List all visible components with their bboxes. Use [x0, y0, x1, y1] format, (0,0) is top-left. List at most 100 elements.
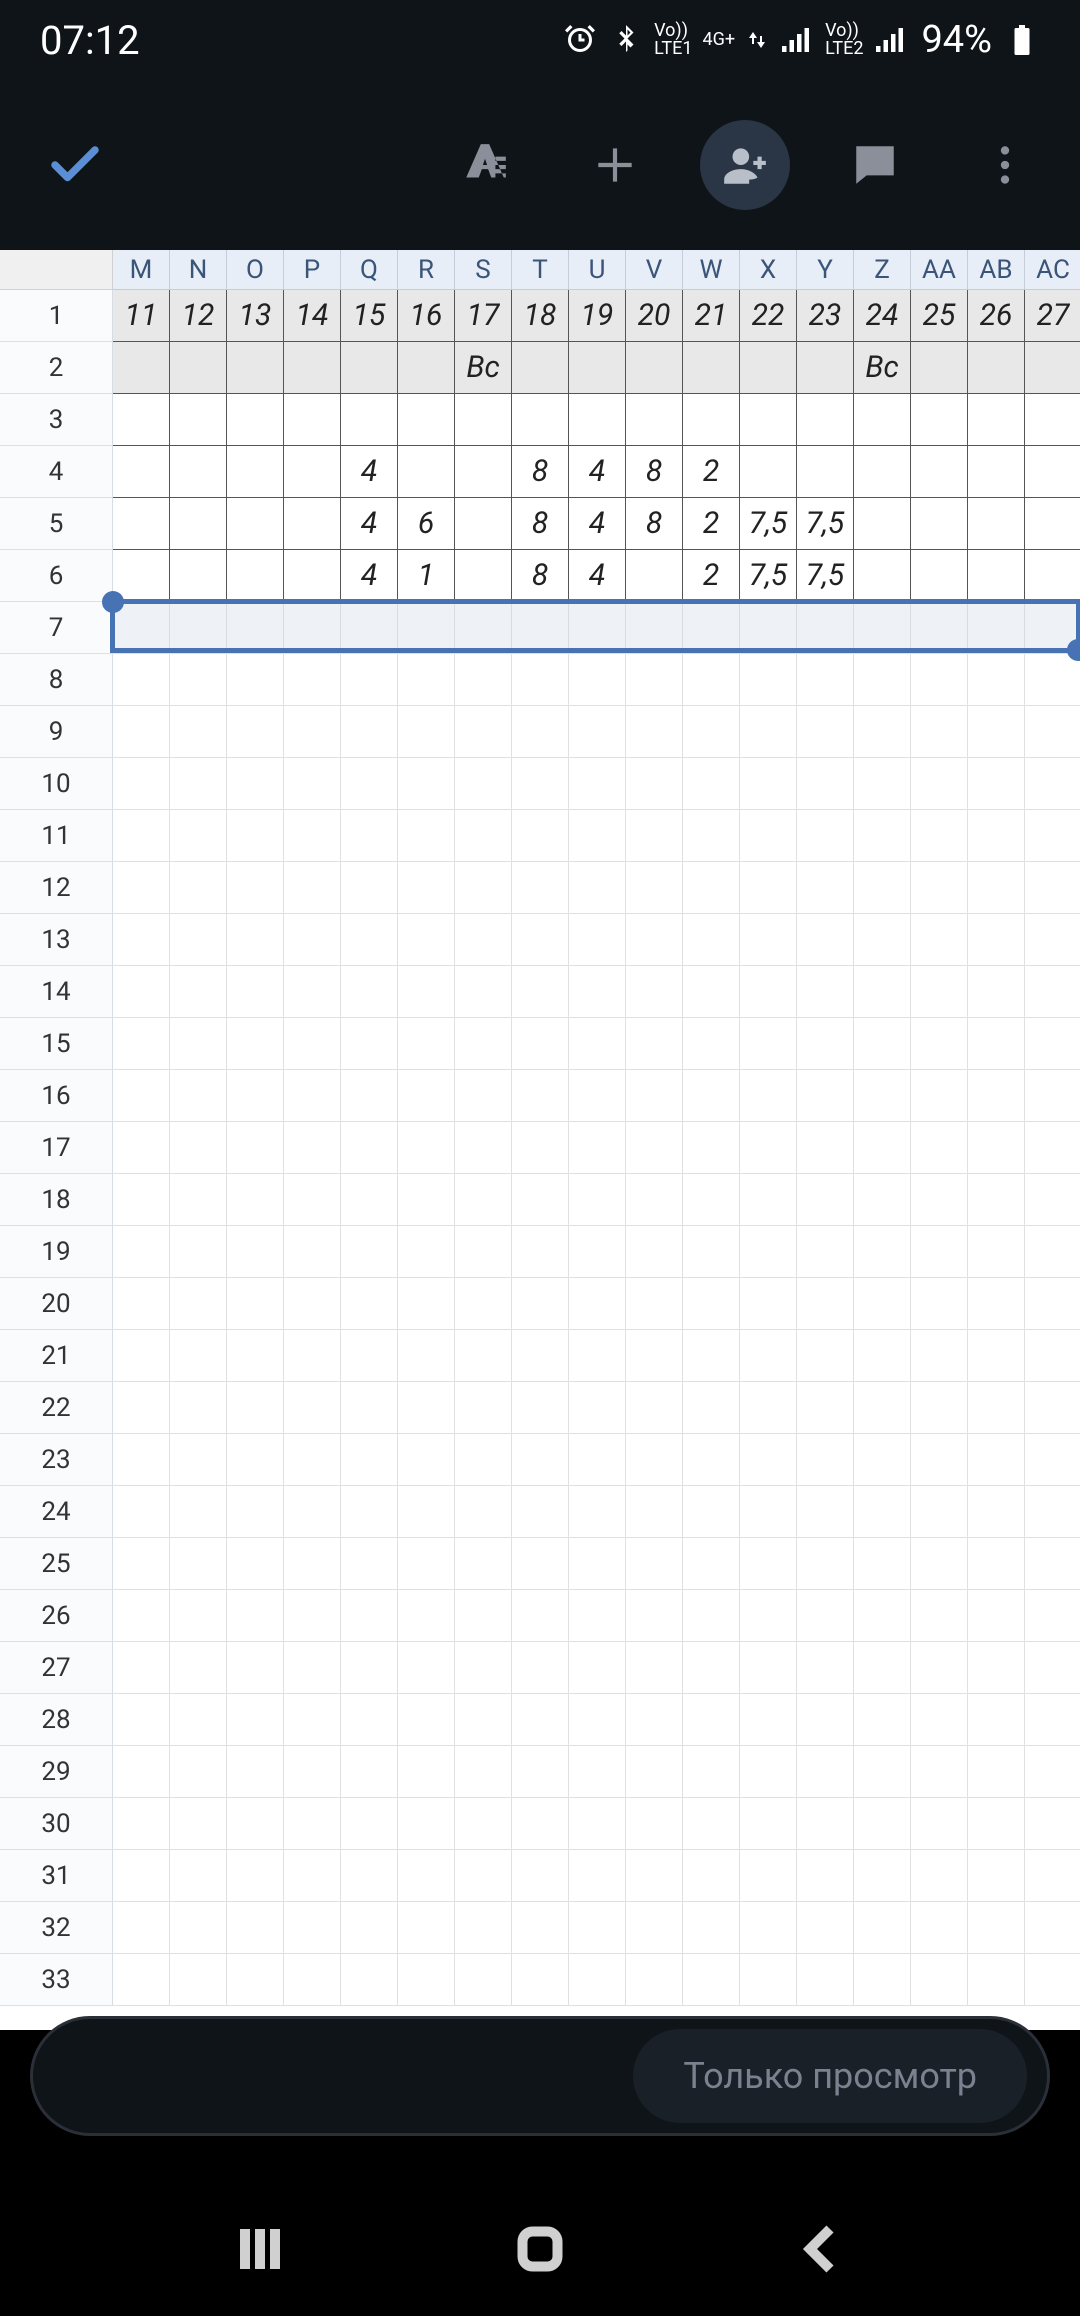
cell[interactable] [227, 1694, 284, 1746]
cell[interactable] [911, 1954, 968, 2006]
row-header[interactable]: 11 [0, 810, 113, 862]
cell[interactable] [797, 1850, 854, 1902]
cell[interactable] [455, 966, 512, 1018]
cell[interactable] [341, 1694, 398, 1746]
cell[interactable] [740, 1382, 797, 1434]
cell[interactable] [455, 1954, 512, 2006]
cell[interactable] [740, 810, 797, 862]
cell[interactable] [1025, 602, 1080, 654]
cell[interactable]: 18 [512, 290, 569, 342]
cell[interactable] [797, 602, 854, 654]
cell[interactable]: 8 [512, 550, 569, 602]
cell[interactable] [284, 758, 341, 810]
cell[interactable] [341, 1902, 398, 1954]
cell[interactable] [1025, 1538, 1080, 1590]
cell[interactable] [284, 1694, 341, 1746]
cell[interactable] [968, 1278, 1025, 1330]
cell[interactable] [626, 758, 683, 810]
cell[interactable] [398, 1174, 455, 1226]
cell[interactable] [284, 1278, 341, 1330]
cell[interactable] [398, 758, 455, 810]
cell[interactable] [284, 810, 341, 862]
row-header[interactable]: 20 [0, 1278, 113, 1330]
cell[interactable] [227, 1122, 284, 1174]
cell[interactable] [626, 654, 683, 706]
cell[interactable] [626, 1590, 683, 1642]
cell[interactable] [854, 1330, 911, 1382]
cell[interactable]: 2 [683, 550, 740, 602]
cell[interactable] [227, 654, 284, 706]
row-header[interactable]: 24 [0, 1486, 113, 1538]
cell[interactable] [911, 394, 968, 446]
cell[interactable] [683, 1278, 740, 1330]
cell[interactable] [455, 1174, 512, 1226]
cell[interactable] [1025, 862, 1080, 914]
cell[interactable] [740, 1902, 797, 1954]
cell[interactable] [1025, 1122, 1080, 1174]
cell[interactable] [227, 810, 284, 862]
cell[interactable] [569, 1798, 626, 1850]
cell[interactable] [512, 1070, 569, 1122]
row-header[interactable]: 23 [0, 1434, 113, 1486]
cell[interactable]: 4 [569, 446, 626, 498]
cell[interactable] [797, 914, 854, 966]
column-header[interactable]: M [113, 250, 170, 290]
cell[interactable] [1025, 1174, 1080, 1226]
cell[interactable] [968, 342, 1025, 394]
cell[interactable] [341, 1382, 398, 1434]
cell[interactable] [170, 1070, 227, 1122]
cell[interactable] [113, 1278, 170, 1330]
cell[interactable] [113, 1226, 170, 1278]
cell[interactable] [512, 1330, 569, 1382]
row-header[interactable]: 29 [0, 1746, 113, 1798]
cell[interactable] [797, 654, 854, 706]
cell[interactable] [284, 706, 341, 758]
cell[interactable] [341, 1590, 398, 1642]
cell[interactable] [341, 1122, 398, 1174]
row-header[interactable]: 15 [0, 1018, 113, 1070]
cell[interactable] [512, 1018, 569, 1070]
cell[interactable] [854, 1798, 911, 1850]
cell[interactable] [341, 706, 398, 758]
cell[interactable] [455, 1486, 512, 1538]
cell[interactable] [740, 862, 797, 914]
cell[interactable] [113, 550, 170, 602]
cell[interactable] [797, 1226, 854, 1278]
row-header[interactable]: 5 [0, 498, 113, 550]
cell[interactable] [797, 1434, 854, 1486]
cell[interactable] [911, 1642, 968, 1694]
cell[interactable] [512, 1486, 569, 1538]
cell[interactable] [569, 1954, 626, 2006]
cell[interactable] [170, 394, 227, 446]
cell[interactable] [1025, 394, 1080, 446]
cell[interactable] [398, 1486, 455, 1538]
cell[interactable]: 20 [626, 290, 683, 342]
cell[interactable] [341, 1018, 398, 1070]
cell[interactable] [512, 1642, 569, 1694]
cell[interactable] [569, 602, 626, 654]
cell[interactable] [341, 1278, 398, 1330]
cell[interactable] [284, 1486, 341, 1538]
cell[interactable] [284, 862, 341, 914]
cell[interactable] [968, 1694, 1025, 1746]
cell[interactable]: 14 [284, 290, 341, 342]
cell[interactable] [284, 498, 341, 550]
cell[interactable] [512, 1174, 569, 1226]
cell[interactable] [968, 758, 1025, 810]
cell[interactable] [113, 394, 170, 446]
cell[interactable] [797, 1018, 854, 1070]
cell[interactable] [227, 1954, 284, 2006]
cell[interactable] [170, 914, 227, 966]
cell[interactable] [512, 1850, 569, 1902]
cell[interactable] [455, 862, 512, 914]
column-header[interactable]: R [398, 250, 455, 290]
cell[interactable] [113, 966, 170, 1018]
cell[interactable] [569, 1746, 626, 1798]
more-button[interactable] [960, 120, 1050, 210]
cell[interactable] [512, 1538, 569, 1590]
cell[interactable] [170, 1486, 227, 1538]
cell[interactable]: 25 [911, 290, 968, 342]
row-header[interactable]: 9 [0, 706, 113, 758]
cell[interactable] [854, 1954, 911, 2006]
cell[interactable] [227, 706, 284, 758]
